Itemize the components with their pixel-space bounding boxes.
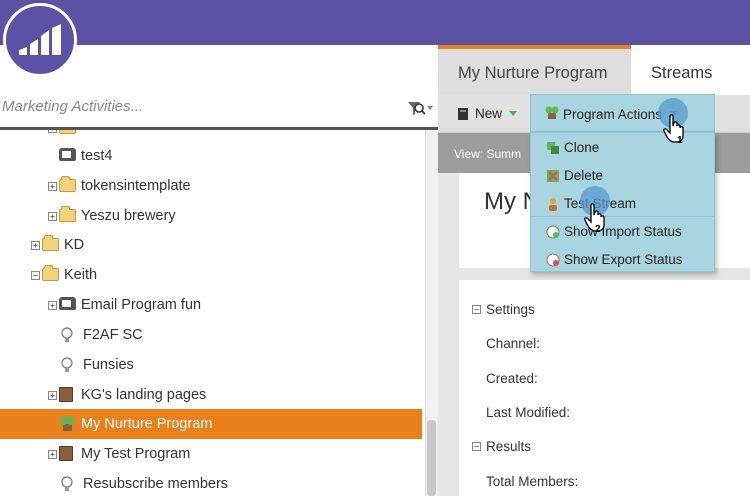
- nurture-program-icon: [59, 416, 76, 432]
- step-number-1: 1: [677, 135, 683, 146]
- program-book-icon: [59, 446, 76, 462]
- clone-icon: [547, 141, 559, 154]
- menu-item-label: Show Export Status: [564, 252, 683, 267]
- created-label: Created:: [486, 371, 538, 386]
- results-label: Results: [486, 439, 532, 454]
- open-folder-icon: [42, 265, 59, 283]
- tree-row[interactable]: + KG's landing pages: [0, 380, 422, 410]
- tab-streams[interactable]: Streams: [631, 45, 750, 95]
- folder-icon: [59, 176, 76, 194]
- tree-row-label: Resubscribe members: [83, 476, 229, 492]
- expand-icon[interactable]: +: [31, 240, 40, 250]
- expand-icon[interactable]: +: [48, 211, 57, 221]
- total-members-label: Total Members:: [486, 474, 579, 489]
- results-section[interactable]: − Results: [472, 439, 531, 454]
- tree-row[interactable]: + Email Program fun: [0, 290, 422, 320]
- tree-row[interactable]: + KD: [0, 230, 422, 260]
- tab-my-nurture-program[interactable]: My Nurture Program: [438, 45, 631, 95]
- dropdown-arrow-icon: [509, 110, 518, 116]
- folder-icon: [59, 206, 76, 224]
- program-book-icon: [59, 387, 76, 403]
- menu-item-delete[interactable]: Delete: [546, 168, 603, 183]
- folder-icon: [59, 130, 76, 136]
- last-modified-label: Last Modified:: [486, 405, 571, 420]
- tree-row-label: Keith: [64, 267, 98, 283]
- expand-icon[interactable]: +: [48, 181, 57, 191]
- menu-item-label: Clone: [564, 140, 600, 155]
- tree-row[interactable]: + tokensintemplate: [0, 171, 422, 201]
- tree-row-label: My Nurture Program: [81, 416, 213, 432]
- menu-item-show-import-status[interactable]: Show Import Status: [546, 224, 682, 239]
- tree-row[interactable]: F2AF SC: [0, 320, 422, 350]
- new-button[interactable]: New: [457, 106, 518, 121]
- tree-row-label: Email Program fun: [81, 297, 202, 313]
- settings-section[interactable]: − Settings: [472, 302, 535, 317]
- tree-row-selected[interactable]: My Nurture Program: [0, 409, 422, 439]
- marketing-activities-tree: + test4 + tokensintemplate + Yeszu brewe…: [0, 130, 425, 496]
- import-status-icon: [546, 225, 560, 238]
- marketo-logo[interactable]: [3, 3, 77, 77]
- export-status-icon: [546, 253, 560, 266]
- tree-row[interactable]: + Yeszu brewery: [0, 201, 422, 231]
- email-icon: [59, 148, 76, 164]
- tree-row-label: Yeszu brewery: [81, 208, 176, 224]
- program-actions-icon: [545, 106, 559, 119]
- menu-item-clone[interactable]: Clone: [546, 140, 599, 155]
- search-filter-icon[interactable]: [406, 99, 434, 117]
- collapse-icon[interactable]: −: [472, 442, 481, 451]
- tree-row[interactable]: + My Test Program: [0, 439, 422, 469]
- expand-icon[interactable]: +: [48, 390, 57, 400]
- channel-label: Channel:: [486, 336, 541, 351]
- step-number-2: 2: [595, 224, 601, 235]
- test-stream-icon: [549, 197, 557, 211]
- tree-row-label: test4: [81, 148, 113, 164]
- view-label[interactable]: View: Summ: [454, 147, 521, 161]
- expand-icon[interactable]: +: [48, 449, 57, 459]
- hand-cursor-icon: [663, 114, 684, 143]
- settings-label: Settings: [486, 302, 535, 317]
- tree-row-label: My Test Program: [81, 446, 191, 462]
- tree-row-label: Funsies: [83, 357, 134, 373]
- tree-row[interactable]: − Keith: [0, 260, 422, 290]
- top-bar: [0, 0, 750, 45]
- tree-row[interactable]: test4: [0, 141, 422, 171]
- expand-icon[interactable]: +: [48, 300, 57, 310]
- new-button-label: New: [475, 106, 503, 121]
- tree-row-label: F2AF SC: [83, 327, 143, 343]
- menu-divider: [531, 216, 714, 217]
- tree-row[interactable]: Resubscribe members: [0, 469, 422, 496]
- collapse-icon[interactable]: −: [31, 270, 40, 280]
- tree-row-label: tokensintemplate: [81, 178, 191, 194]
- delete-icon: [547, 169, 559, 182]
- tree-row-label: KD: [64, 237, 85, 253]
- lightbulb-icon: [61, 327, 78, 343]
- menu-item-show-export-status[interactable]: Show Export Status: [546, 252, 683, 267]
- expand-icon[interactable]: +: [48, 130, 57, 133]
- folder-icon: [42, 235, 59, 253]
- menu-item-label: Delete: [564, 168, 604, 183]
- search-input[interactable]: Marketing Activities...: [2, 98, 143, 115]
- lightbulb-icon: [61, 357, 78, 373]
- program-actions-label: Program Actions: [563, 107, 663, 122]
- new-doc-icon: [458, 107, 468, 120]
- lightbulb-icon: [61, 476, 78, 492]
- tree-scrollbar-thumb[interactable]: [427, 420, 436, 496]
- menu-item-label: Show Import Status: [564, 224, 682, 239]
- tree-row[interactable]: Funsies: [0, 350, 422, 380]
- collapse-icon[interactable]: −: [472, 305, 481, 314]
- tree-row-label: KG's landing pages: [81, 387, 207, 403]
- email-program-icon: [59, 297, 76, 313]
